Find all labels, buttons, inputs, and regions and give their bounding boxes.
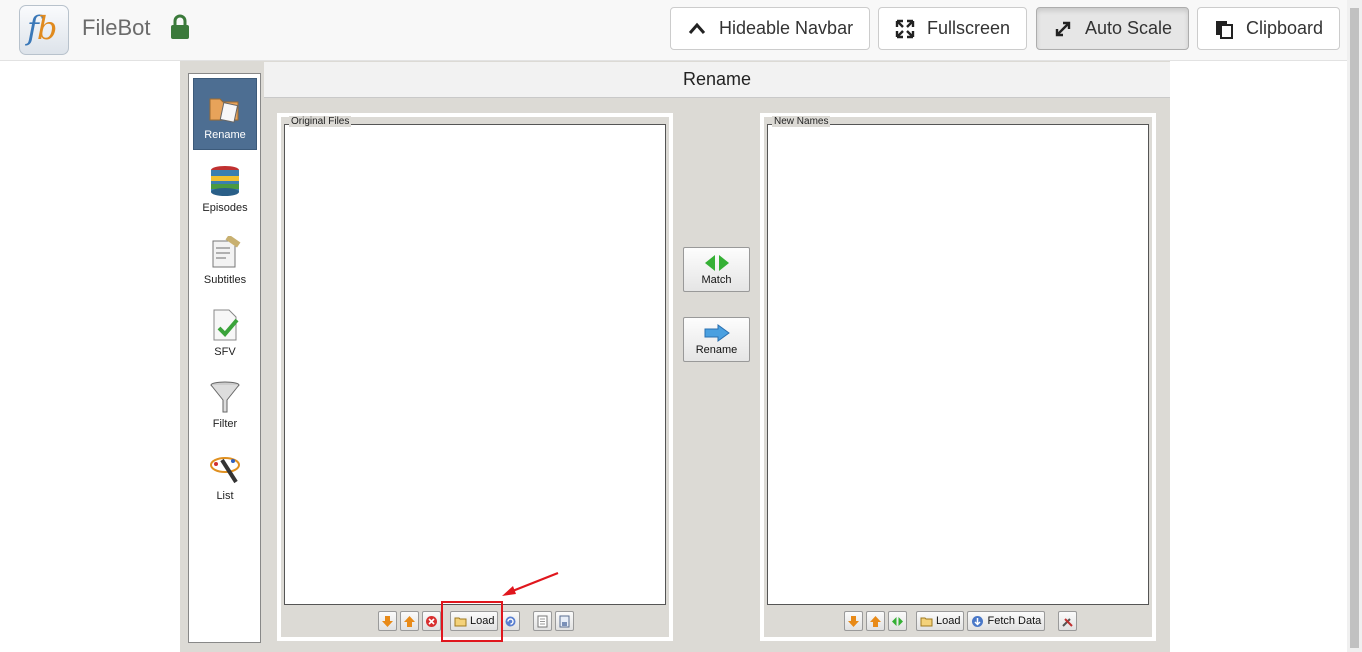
filebot-logo: fb — [19, 5, 69, 55]
arrow-down-icon — [382, 615, 393, 627]
original-files-list[interactable] — [284, 124, 666, 605]
remove-icon — [426, 615, 437, 627]
sidebar-item-list[interactable]: List — [193, 438, 257, 510]
new-names-list[interactable] — [767, 124, 1149, 605]
new-names-panel: New Names Load Fetch Data — [760, 113, 1156, 641]
arrow-up-icon — [870, 615, 881, 627]
checksum-icon — [213, 309, 239, 341]
auto-scale-button[interactable]: Auto Scale — [1036, 7, 1190, 50]
save-document-icon — [559, 615, 570, 627]
fullscreen-button[interactable]: Fullscreen — [878, 7, 1028, 50]
settings-button[interactable] — [1058, 611, 1078, 631]
match-button[interactable]: Match — [683, 247, 750, 292]
funnel-icon — [210, 381, 240, 413]
remove-button[interactable] — [422, 611, 441, 631]
sidebar-item-filter[interactable]: Filter — [193, 366, 257, 438]
original-files-panel: Original Files Load — [277, 113, 673, 641]
arrow-right-icon — [704, 323, 730, 342]
resize-arrows-icon — [1055, 21, 1071, 36]
match-arrows-icon — [892, 616, 903, 626]
lock-icon — [171, 14, 189, 39]
highlight-box — [441, 601, 503, 642]
database-icon — [211, 166, 239, 196]
sidebar-item-rename[interactable]: Rename — [193, 78, 257, 150]
document-list-icon — [537, 615, 548, 627]
new-names-legend: New Names — [772, 116, 831, 127]
annotation-arrow-icon — [502, 571, 559, 596]
rename-folder-icon — [209, 98, 239, 123]
clipboard-icon — [1216, 20, 1233, 39]
download-icon — [972, 615, 984, 627]
load-names-button[interactable]: Load — [916, 611, 965, 631]
rename-button[interactable]: Rename — [683, 317, 750, 362]
chevron-up-icon — [688, 22, 706, 34]
filebot-app: Rename Episodes Subtitles SFV Filter Lis… — [180, 61, 1170, 652]
move-down-button[interactable] — [844, 611, 863, 631]
tool-sidebar: Rename Episodes Subtitles SFV Filter Lis… — [188, 73, 261, 643]
sidebar-item-episodes[interactable]: Episodes — [193, 150, 257, 222]
match-small-button[interactable] — [888, 611, 907, 631]
fetch-data-button[interactable]: Fetch Data — [967, 611, 1046, 631]
new-names-toolbar: Load Fetch Data — [844, 611, 1078, 631]
reload-button[interactable] — [501, 611, 521, 631]
folder-open-icon — [920, 617, 933, 626]
sidebar-item-subtitles[interactable]: Subtitles — [193, 222, 257, 294]
move-down-button[interactable] — [378, 611, 397, 631]
top-navbar: fb FileBot Hideable Navbar Fullscreen Au… — [0, 0, 1362, 61]
page-scrollbar[interactable] — [1347, 0, 1362, 652]
app-title: FileBot — [82, 15, 151, 40]
export-button[interactable] — [555, 611, 575, 631]
match-arrows-icon — [704, 254, 729, 271]
subtitles-icon — [212, 236, 241, 268]
expand-icon — [895, 19, 915, 38]
file-list-button[interactable] — [533, 611, 553, 631]
original-files-legend: Original Files — [289, 116, 352, 127]
sidebar-item-sfv[interactable]: SFV — [193, 294, 257, 366]
hideable-navbar-button[interactable]: Hideable Navbar — [670, 7, 871, 50]
magic-wand-icon — [210, 457, 240, 484]
panel-header: Rename — [264, 62, 1170, 98]
arrow-up-icon — [404, 615, 415, 627]
clipboard-button[interactable]: Clipboard — [1197, 7, 1341, 50]
tools-icon — [1062, 617, 1074, 627]
arrow-down-icon — [848, 615, 859, 627]
page-title: Rename — [682, 69, 752, 89]
move-up-button[interactable] — [400, 611, 419, 631]
refresh-icon — [505, 616, 516, 626]
move-up-button[interactable] — [866, 611, 885, 631]
